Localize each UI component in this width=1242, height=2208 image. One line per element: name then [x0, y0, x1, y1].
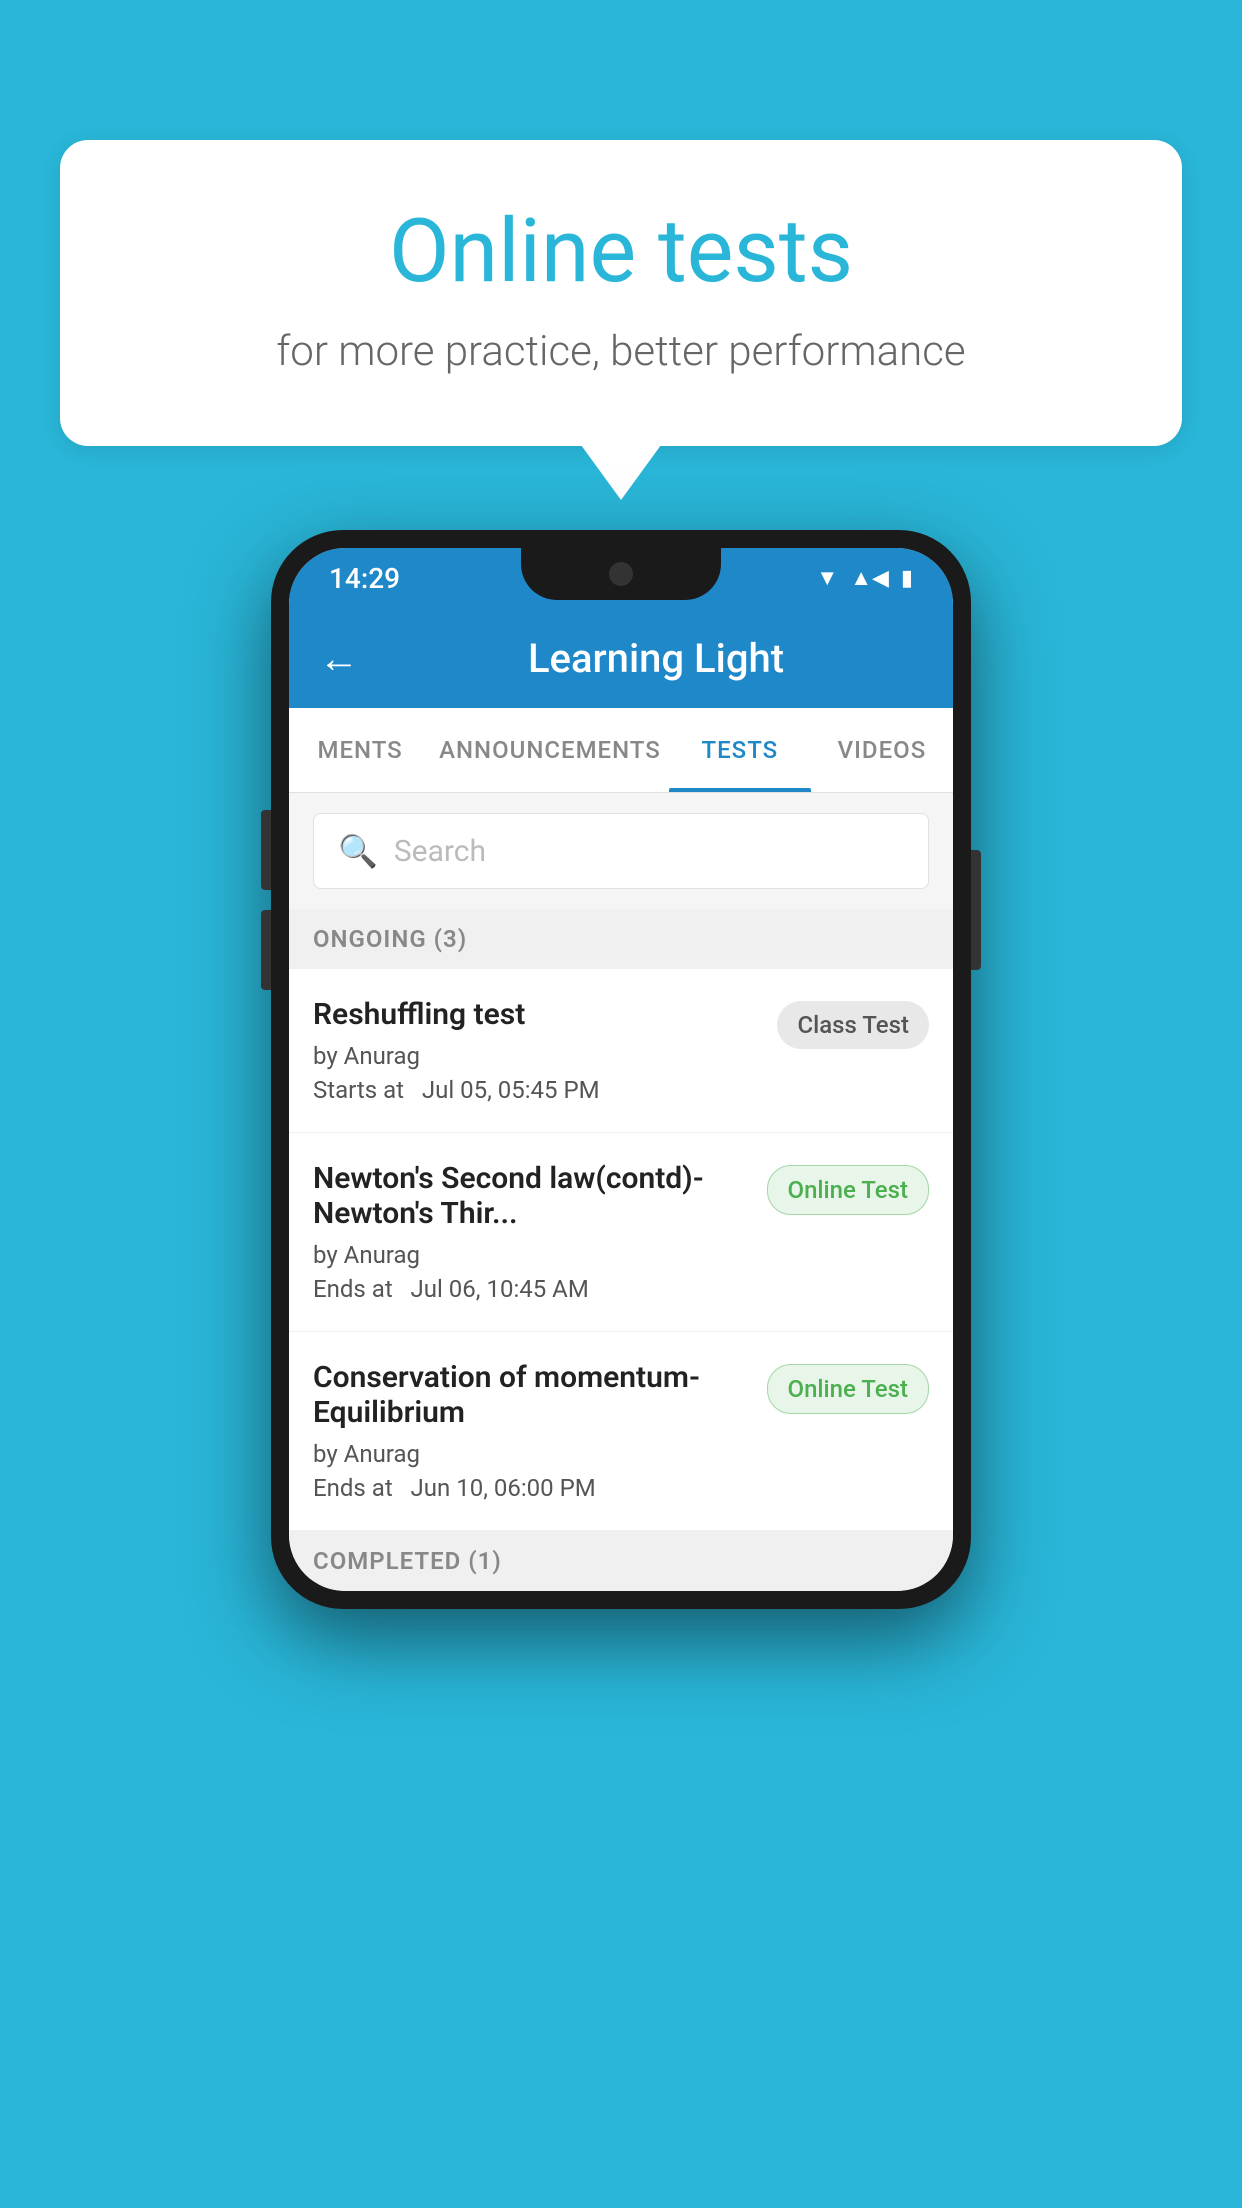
test-name: Reshuffling test: [313, 997, 757, 1032]
speech-bubble-subtitle: for more practice, better performance: [140, 327, 1102, 376]
phone-frame: 14:29 ▼ ▲◀ ▮ ← Learning Light MENTS ANNO…: [271, 530, 971, 1609]
phone-screen: 14:29 ▼ ▲◀ ▮ ← Learning Light MENTS ANNO…: [289, 548, 953, 1591]
app-title: Learning Light: [389, 635, 923, 682]
test-item[interactable]: Newton's Second law(contd)-Newton's Thir…: [289, 1133, 953, 1332]
wifi-icon: ▼: [816, 565, 838, 591]
status-icons: ▼ ▲◀ ▮: [816, 565, 913, 591]
volume-down-button: [261, 910, 271, 990]
online-test-badge: Online Test: [767, 1165, 929, 1215]
power-button: [971, 850, 981, 970]
battery-icon: ▮: [901, 566, 913, 591]
online-test-badge-2: Online Test: [767, 1364, 929, 1414]
speech-bubble-title: Online tests: [140, 200, 1102, 303]
search-container: 🔍 Search: [289, 793, 953, 909]
completed-section-header: COMPLETED (1): [289, 1531, 953, 1591]
tab-ments[interactable]: MENTS: [289, 708, 431, 792]
search-icon: 🔍: [338, 832, 378, 870]
test-time: Ends at Jun 10, 06:00 PM: [313, 1474, 747, 1502]
ongoing-section-header: ONGOING (3): [289, 909, 953, 969]
test-time: Ends at Jul 06, 10:45 AM: [313, 1275, 747, 1303]
test-author: by Anurag: [313, 1440, 747, 1468]
speech-bubble-container: Online tests for more practice, better p…: [60, 140, 1182, 446]
test-time: Starts at Jul 05, 05:45 PM: [313, 1076, 757, 1104]
test-name: Newton's Second law(contd)-Newton's Thir…: [313, 1161, 747, 1231]
front-camera: [609, 562, 633, 586]
test-info: Newton's Second law(contd)-Newton's Thir…: [313, 1161, 767, 1303]
test-name: Conservation of momentum-Equilibrium: [313, 1360, 747, 1430]
test-list: Reshuffling test by Anurag Starts at Jul…: [289, 969, 953, 1531]
test-item[interactable]: Reshuffling test by Anurag Starts at Jul…: [289, 969, 953, 1133]
test-author: by Anurag: [313, 1241, 747, 1269]
test-item[interactable]: Conservation of momentum-Equilibrium by …: [289, 1332, 953, 1531]
search-bar[interactable]: 🔍 Search: [313, 813, 929, 889]
class-test-badge: Class Test: [777, 1001, 929, 1049]
tabs-container: MENTS ANNOUNCEMENTS TESTS VIDEOS: [289, 708, 953, 793]
phone-notch: [521, 548, 721, 600]
tab-tests[interactable]: TESTS: [669, 708, 811, 792]
search-placeholder: Search: [394, 834, 486, 869]
back-button[interactable]: ←: [319, 635, 359, 682]
speech-bubble: Online tests for more practice, better p…: [60, 140, 1182, 446]
signal-icon: ▲◀: [850, 565, 889, 591]
phone-wrapper: 14:29 ▼ ▲◀ ▮ ← Learning Light MENTS ANNO…: [271, 530, 971, 1609]
test-info: Conservation of momentum-Equilibrium by …: [313, 1360, 767, 1502]
test-author: by Anurag: [313, 1042, 757, 1070]
tab-announcements[interactable]: ANNOUNCEMENTS: [431, 708, 669, 792]
status-time: 14:29: [329, 562, 400, 595]
tab-videos[interactable]: VIDEOS: [811, 708, 953, 792]
test-info: Reshuffling test by Anurag Starts at Jul…: [313, 997, 777, 1104]
volume-up-button: [261, 810, 271, 890]
app-bar: ← Learning Light: [289, 608, 953, 708]
